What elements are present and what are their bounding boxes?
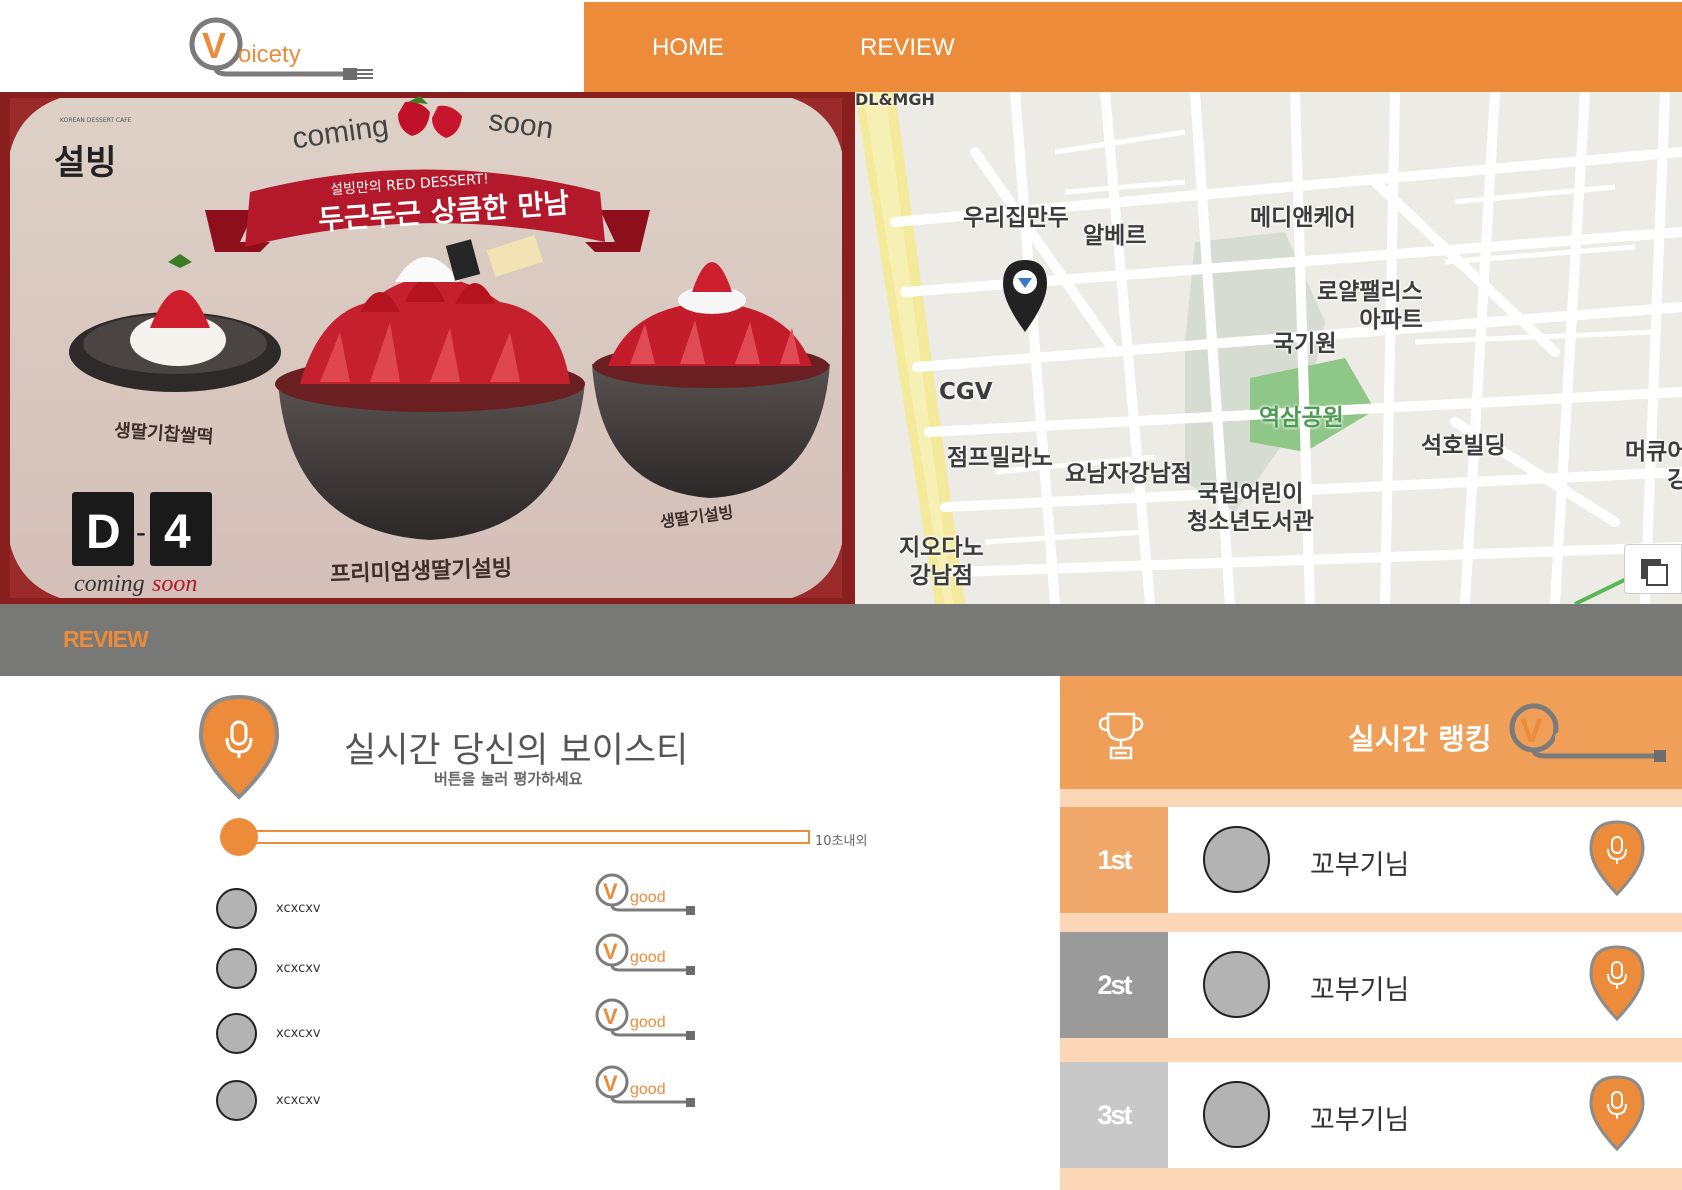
map-label-giodano: 지오다노 강남점	[899, 535, 984, 589]
svg-text:soon: soon	[152, 571, 197, 597]
rank-badge: 2st	[1060, 932, 1168, 1038]
map-label-apt: 로얄팰리스 아파트	[1317, 279, 1423, 333]
rank-badge: 1st	[1060, 807, 1168, 913]
ranking-panel: 실시간 랭킹 V oicety 1st 꼬부기님 2st 꼬부기님 3st 꼬부기님	[1060, 676, 1682, 1190]
ranking-header: 실시간 랭킹 V oicety	[1060, 676, 1682, 789]
map-layer-button[interactable]	[1624, 544, 1682, 594]
svg-text:oicety: oicety	[238, 41, 301, 68]
avatar[interactable]	[216, 888, 257, 929]
top-nav: HOME REVIEW	[584, 2, 1682, 92]
voicety-logo-small: V oicety	[1509, 703, 1666, 762]
svg-text:oicety: oicety	[1554, 724, 1611, 749]
voice-subtitle: 버튼을 눌러 평가하세요	[434, 770, 583, 788]
ranking-row[interactable]: 3st 꼬부기님	[1060, 1062, 1682, 1168]
map-label-gukgi: 국기원	[1273, 331, 1337, 357]
map-label-library: 국립어린이 청소년도서관	[1187, 481, 1314, 535]
fork-icon	[343, 68, 373, 80]
good-rating-badge[interactable]: Vgood	[594, 1064, 704, 1112]
svg-text:V: V	[1520, 712, 1543, 750]
good-rating-badge[interactable]: Vgood	[594, 997, 704, 1045]
promo-banner[interactable]: KOREAN DESSERT CAFE 설빙 coming soon 설빙만의 …	[0, 92, 855, 604]
logo-area: V oicety	[0, 0, 584, 92]
svg-text:good: good	[630, 949, 666, 966]
voice-review-row: xcxcxv Vgood	[216, 933, 916, 992]
review-user-name: xcxcxv	[276, 1093, 321, 1108]
map-label-dumpling: 우리집만두	[963, 205, 1069, 231]
ranking-user-name: 꼬부기님	[1310, 1105, 1410, 1136]
promo-brand: 설빙	[54, 143, 117, 183]
map-label-cure: 머큐어 강	[1625, 439, 1682, 493]
map-label-jump: 점프밀라노	[947, 445, 1053, 471]
record-progress-track[interactable]	[236, 830, 810, 844]
ranking-user-name: 꼬부기님	[1310, 975, 1410, 1006]
avatar[interactable]	[216, 1080, 257, 1121]
voice-panel: 실시간 당신의 보이스티 버튼을 눌러 평가하세요 10초내외 xcxcxv Vg…	[0, 676, 1060, 1190]
svg-text:D: D	[86, 506, 121, 559]
map-label-clinic: 메디앤케어	[1250, 205, 1356, 231]
ranking-user-name: 꼬부기님	[1310, 850, 1410, 881]
svg-text:4: 4	[164, 506, 191, 559]
layers-icon	[1641, 559, 1668, 586]
record-voice-button[interactable]	[198, 694, 280, 800]
map-label-top: DL&MGH	[855, 92, 935, 109]
svg-text:good: good	[630, 1014, 666, 1031]
play-voice-button[interactable]	[1588, 819, 1646, 897]
svg-text:-: -	[136, 516, 146, 549]
ranking-title: 실시간 랭킹	[1348, 722, 1492, 756]
avatar[interactable]	[1203, 951, 1270, 1018]
ranking-row[interactable]: 1st 꼬부기님	[1060, 807, 1682, 913]
rank-badge: 3st	[1060, 1062, 1168, 1168]
map-label-cafe: 알베르	[1083, 223, 1147, 249]
map-pin-icon	[1003, 260, 1047, 332]
voice-review-row: xcxcxv Vgood	[216, 873, 916, 932]
record-limit-label: 10초내외	[815, 834, 868, 849]
avatar[interactable]	[1203, 826, 1270, 893]
ranking-row[interactable]: 2st 꼬부기님	[1060, 932, 1682, 1038]
svg-text:coming: coming	[74, 571, 145, 597]
map-label-bldg: 석호빌딩	[1421, 433, 1506, 459]
svg-text:good: good	[630, 889, 666, 906]
good-rating-badge[interactable]: Vgood	[594, 872, 704, 920]
trophy-icon	[1098, 712, 1144, 760]
voice-title: 실시간 당신의 보이스티	[344, 731, 689, 771]
voicety-logo[interactable]: V oicety	[188, 12, 388, 84]
nav-review-link[interactable]: REVIEW	[860, 34, 955, 62]
avatar[interactable]	[216, 1013, 257, 1054]
play-voice-button[interactable]	[1588, 1074, 1646, 1152]
review-section-bar: REVIEW	[0, 604, 1682, 676]
map-label-park: 역삼공원	[1259, 405, 1344, 431]
nav-home-link[interactable]: HOME	[652, 34, 724, 62]
svg-text:V: V	[603, 879, 618, 904]
voice-review-row: xcxcxv Vgood	[216, 998, 916, 1057]
promo-brand-small: KOREAN DESSERT CAFE	[60, 117, 132, 124]
map-view[interactable]: DL&MGH 우리집만두 알베르 메디앤케어 로얄팰리스 아파트 국기원 CGV…	[855, 92, 1682, 604]
map-label-cgv: CGV	[939, 379, 993, 405]
good-rating-badge[interactable]: Vgood	[594, 932, 704, 980]
svg-text:V: V	[603, 1004, 618, 1029]
map-label-yonam: 요남자강남점	[1065, 461, 1192, 487]
avatar[interactable]	[1203, 1081, 1270, 1148]
play-voice-button[interactable]	[1588, 944, 1646, 1022]
avatar[interactable]	[216, 948, 257, 989]
svg-text:V: V	[603, 1071, 618, 1096]
svg-text:good: good	[630, 1081, 666, 1098]
svg-text:V: V	[603, 939, 618, 964]
record-progress-knob[interactable]	[220, 818, 258, 856]
review-user-name: xcxcxv	[276, 1026, 321, 1041]
review-section-title: REVIEW	[63, 626, 149, 652]
review-user-name: xcxcxv	[276, 901, 321, 916]
voice-review-row: xcxcxv Vgood	[216, 1065, 916, 1124]
review-user-name: xcxcxv	[276, 961, 321, 976]
svg-text:V: V	[202, 25, 226, 66]
